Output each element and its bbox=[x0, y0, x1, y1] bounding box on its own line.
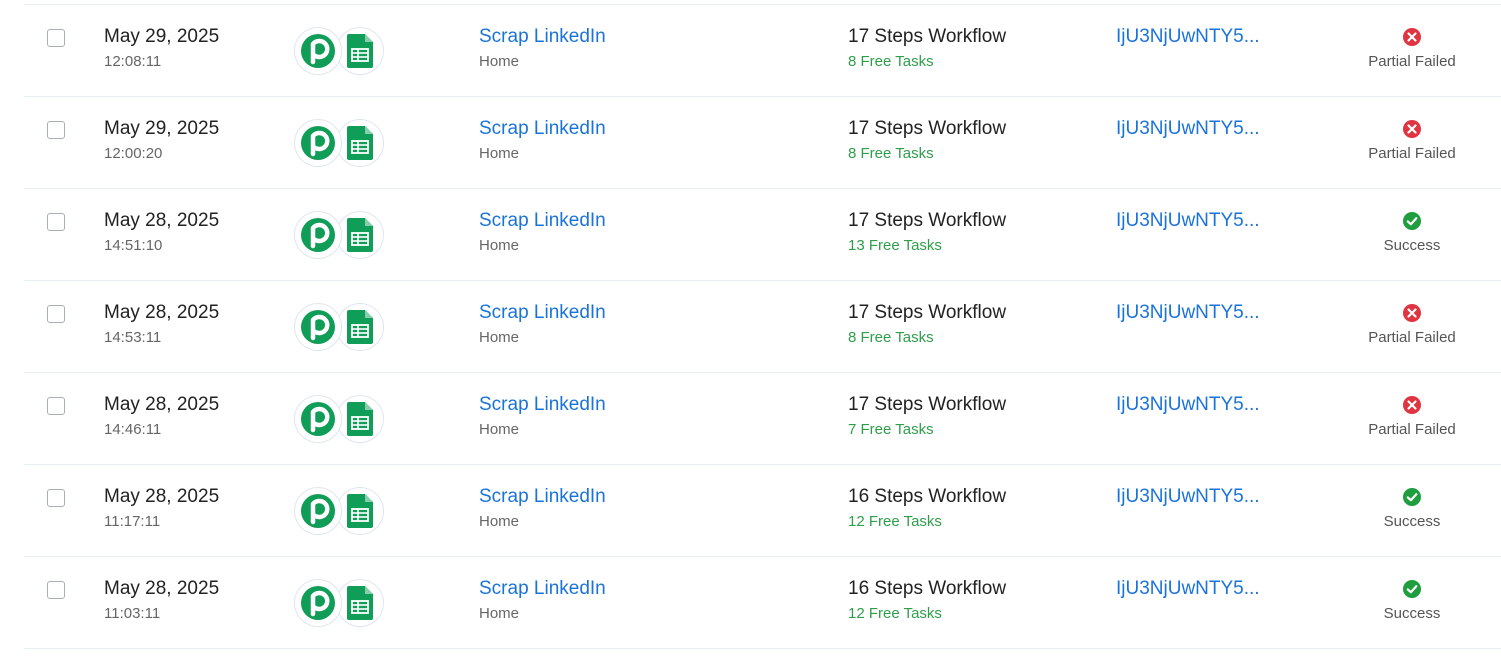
workflow-name-link[interactable]: Scrap LinkedIn bbox=[479, 210, 606, 232]
status-label: Partial Failed bbox=[1368, 329, 1456, 346]
row-select-checkbox[interactable] bbox=[47, 305, 65, 323]
execution-date: May 29, 2025 bbox=[104, 118, 220, 139]
google-sheets-icon bbox=[336, 579, 384, 627]
table-row[interactable]: May 28, 2025 14:46:11 Scrap LinkedIn Hom… bbox=[0, 373, 1501, 465]
task-id-link[interactable]: IjU3NjUwNTY5... bbox=[1116, 394, 1260, 416]
status-badge: Partial Failed bbox=[1342, 27, 1482, 70]
pabbly-connect-icon bbox=[294, 27, 342, 75]
execution-time: 11:17:11 bbox=[104, 513, 161, 530]
workflow-name-link[interactable]: Scrap LinkedIn bbox=[479, 118, 606, 140]
google-sheets-icon bbox=[336, 395, 384, 443]
pabbly-connect-icon bbox=[294, 211, 342, 259]
execution-time: 12:08:11 bbox=[104, 53, 162, 70]
status-badge: Partial Failed bbox=[1342, 119, 1482, 162]
google-sheets-icon bbox=[336, 211, 384, 259]
pabbly-connect-icon bbox=[294, 119, 342, 167]
row-select-checkbox[interactable] bbox=[47, 213, 65, 231]
task-id-link[interactable]: IjU3NjUwNTY5... bbox=[1116, 578, 1260, 600]
status-label: Partial Failed bbox=[1368, 421, 1456, 438]
execution-date: May 28, 2025 bbox=[104, 394, 220, 415]
workflow-steps: 16 Steps Workflow bbox=[848, 486, 1007, 507]
task-id-link[interactable]: IjU3NjUwNTY5... bbox=[1116, 210, 1260, 232]
success-check-icon bbox=[1403, 212, 1421, 230]
execution-date: May 28, 2025 bbox=[104, 578, 220, 599]
workflow-steps: 17 Steps Workflow bbox=[848, 302, 1007, 323]
workflow-steps: 17 Steps Workflow bbox=[848, 394, 1007, 415]
workflow-folder: Home bbox=[479, 237, 520, 254]
execution-date: May 28, 2025 bbox=[104, 302, 220, 323]
workflow-steps: 17 Steps Workflow bbox=[848, 210, 1007, 231]
table-row[interactable]: May 28, 2025 14:53:11 Scrap LinkedIn Hom… bbox=[0, 281, 1501, 373]
workflow-name-link[interactable]: Scrap LinkedIn bbox=[479, 486, 606, 508]
status-badge: Partial Failed bbox=[1342, 303, 1482, 346]
row-select-checkbox[interactable] bbox=[47, 397, 65, 415]
execution-time: 14:53:11 bbox=[104, 329, 162, 346]
workflow-steps: 17 Steps Workflow bbox=[848, 118, 1007, 139]
execution-date: May 29, 2025 bbox=[104, 26, 220, 47]
failed-x-icon bbox=[1403, 304, 1421, 322]
workflow-name-link[interactable]: Scrap LinkedIn bbox=[479, 578, 606, 600]
status-badge: Success bbox=[1342, 487, 1482, 530]
success-check-icon bbox=[1403, 580, 1421, 598]
workflow-name-link[interactable]: Scrap LinkedIn bbox=[479, 26, 606, 48]
workflow-name-link[interactable]: Scrap LinkedIn bbox=[479, 394, 606, 416]
google-sheets-icon bbox=[336, 27, 384, 75]
status-label: Partial Failed bbox=[1368, 145, 1456, 162]
workflow-folder: Home bbox=[479, 53, 520, 70]
row-select-checkbox[interactable] bbox=[47, 581, 65, 599]
workflow-folder: Home bbox=[479, 329, 520, 346]
task-id-link[interactable]: IjU3NjUwNTY5... bbox=[1116, 118, 1260, 140]
table-row[interactable]: May 28, 2025 11:17:11 Scrap LinkedIn Hom… bbox=[0, 465, 1501, 557]
pabbly-connect-icon bbox=[294, 303, 342, 351]
workflow-folder: Home bbox=[479, 513, 520, 530]
row-select-checkbox[interactable] bbox=[47, 29, 65, 47]
pabbly-connect-icon bbox=[294, 395, 342, 443]
task-id-link[interactable]: IjU3NjUwNTY5... bbox=[1116, 26, 1260, 48]
table-row[interactable]: May 28, 2025 14:51:10 Scrap LinkedIn Hom… bbox=[0, 189, 1501, 281]
google-sheets-icon bbox=[336, 487, 384, 535]
status-badge: Partial Failed bbox=[1342, 395, 1482, 438]
execution-time: 14:46:11 bbox=[104, 421, 162, 438]
status-label: Success bbox=[1383, 513, 1441, 530]
google-sheets-icon bbox=[336, 119, 384, 167]
free-tasks-count: 12 Free Tasks bbox=[848, 605, 942, 622]
row-select-checkbox[interactable] bbox=[47, 489, 65, 507]
failed-x-icon bbox=[1403, 120, 1421, 138]
task-id-link[interactable]: IjU3NjUwNTY5... bbox=[1116, 302, 1260, 324]
workflow-steps: 17 Steps Workflow bbox=[848, 26, 1007, 47]
free-tasks-count: 8 Free Tasks bbox=[848, 53, 934, 70]
workflow-folder: Home bbox=[479, 605, 520, 622]
status-label: Success bbox=[1383, 605, 1441, 622]
workflow-folder: Home bbox=[479, 421, 520, 438]
task-history-table: May 29, 2025 12:08:11 Scrap LinkedIn Hom… bbox=[0, 5, 1501, 649]
table-row[interactable]: May 29, 2025 12:00:20 Scrap LinkedIn Hom… bbox=[0, 97, 1501, 189]
failed-x-icon bbox=[1403, 396, 1421, 414]
free-tasks-count: 13 Free Tasks bbox=[848, 237, 942, 254]
execution-date: May 28, 2025 bbox=[104, 486, 220, 507]
row-select-checkbox[interactable] bbox=[47, 121, 65, 139]
free-tasks-count: 12 Free Tasks bbox=[848, 513, 942, 530]
free-tasks-count: 8 Free Tasks bbox=[848, 329, 934, 346]
table-row[interactable]: May 29, 2025 12:08:11 Scrap LinkedIn Hom… bbox=[0, 5, 1501, 97]
failed-x-icon bbox=[1403, 28, 1421, 46]
pabbly-connect-icon bbox=[294, 579, 342, 627]
google-sheets-icon bbox=[336, 303, 384, 351]
status-label: Success bbox=[1383, 237, 1441, 254]
execution-time: 12:00:20 bbox=[104, 145, 163, 162]
status-badge: Success bbox=[1342, 579, 1482, 622]
execution-time: 11:03:11 bbox=[104, 605, 161, 622]
workflow-folder: Home bbox=[479, 145, 520, 162]
execution-date: May 28, 2025 bbox=[104, 210, 220, 231]
workflow-steps: 16 Steps Workflow bbox=[848, 578, 1007, 599]
task-id-link[interactable]: IjU3NjUwNTY5... bbox=[1116, 486, 1260, 508]
pabbly-connect-icon bbox=[294, 487, 342, 535]
status-badge: Success bbox=[1342, 211, 1482, 254]
success-check-icon bbox=[1403, 488, 1421, 506]
free-tasks-count: 7 Free Tasks bbox=[848, 421, 934, 438]
status-label: Partial Failed bbox=[1368, 53, 1456, 70]
workflow-name-link[interactable]: Scrap LinkedIn bbox=[479, 302, 606, 324]
free-tasks-count: 8 Free Tasks bbox=[848, 145, 934, 162]
execution-time: 14:51:10 bbox=[104, 237, 163, 254]
table-row[interactable]: May 28, 2025 11:03:11 Scrap LinkedIn Hom… bbox=[0, 557, 1501, 649]
